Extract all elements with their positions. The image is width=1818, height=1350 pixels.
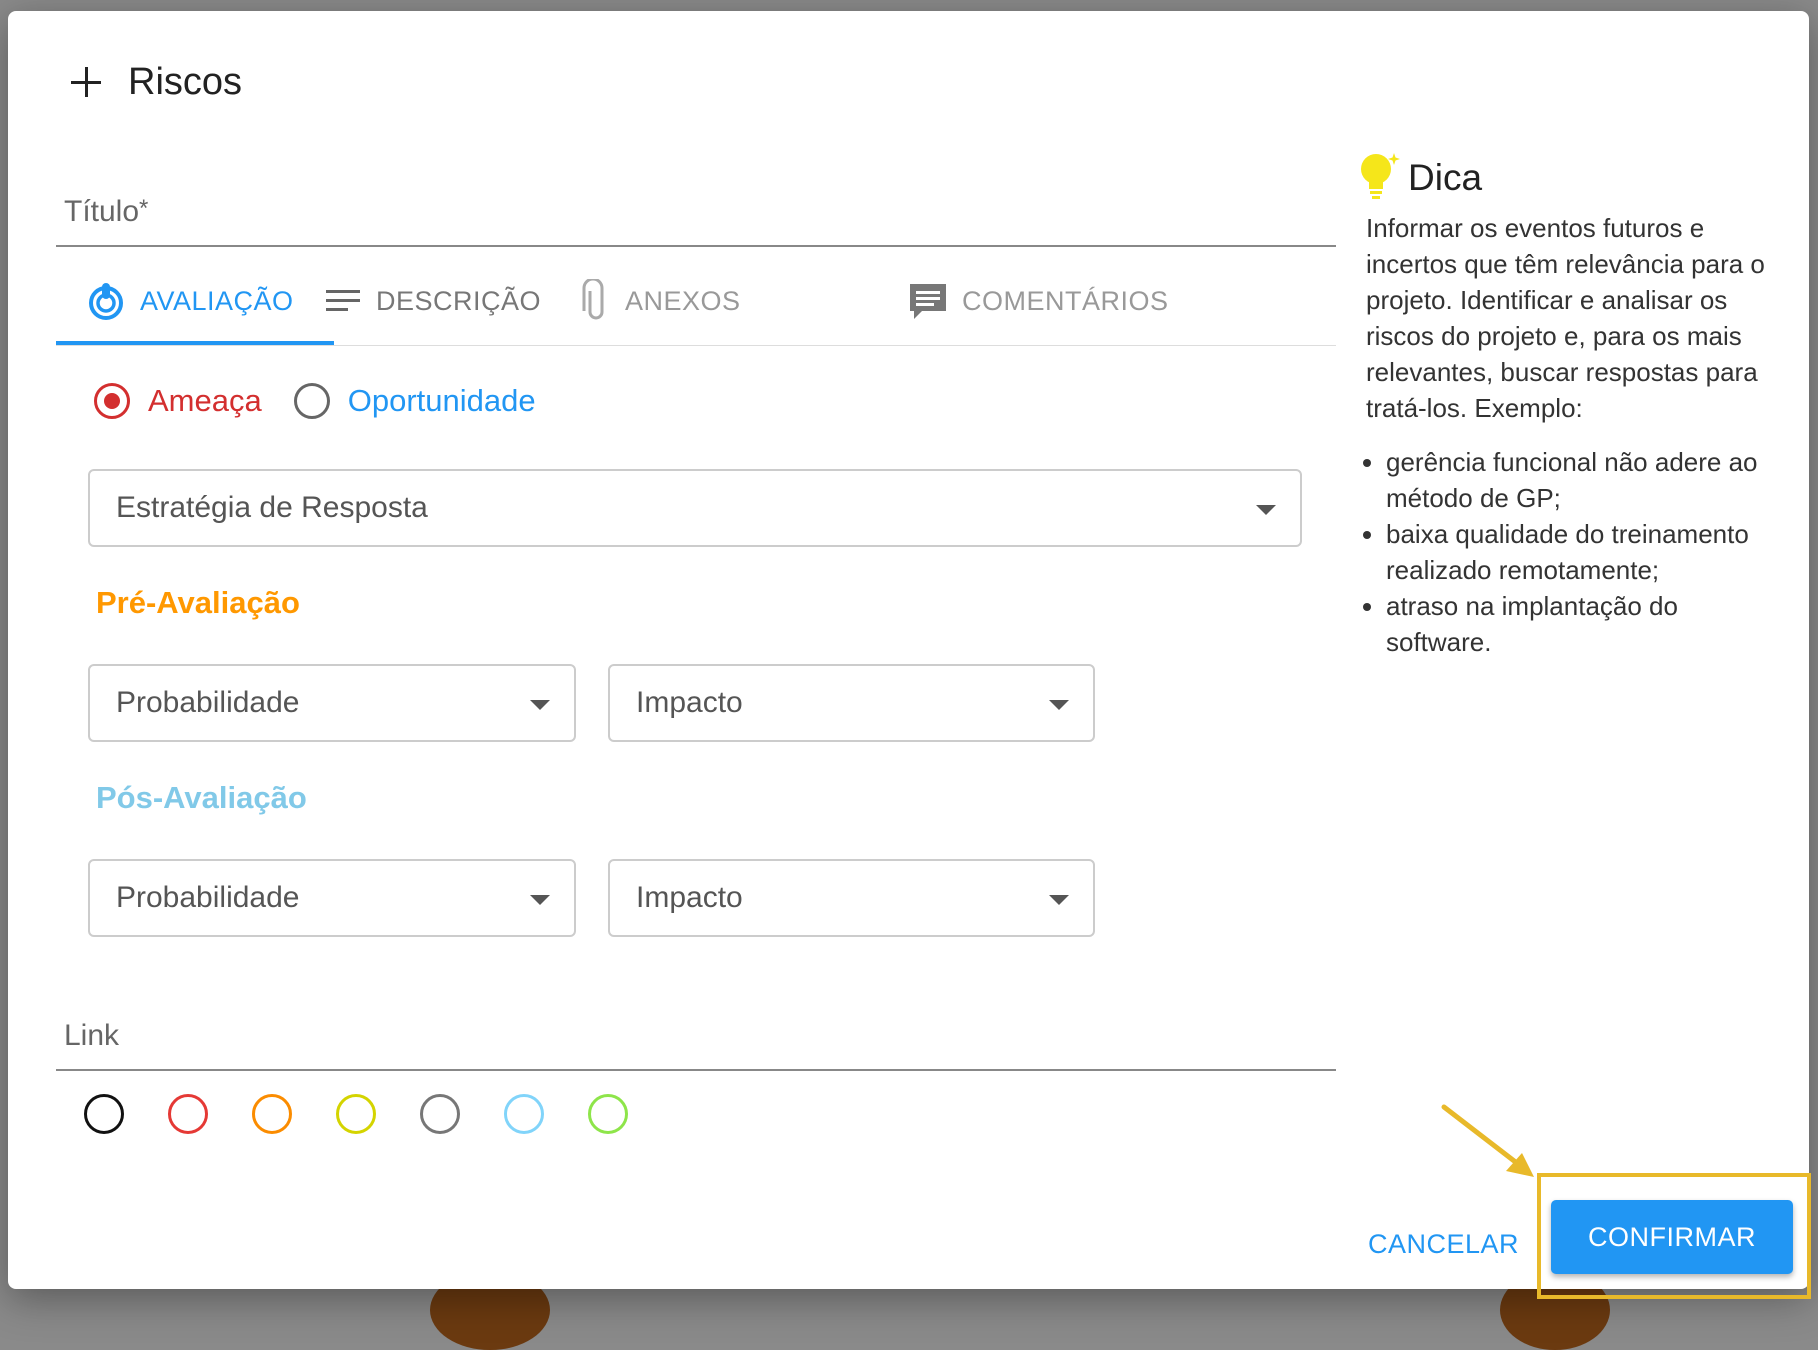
active-tab-indicator xyxy=(56,341,334,345)
color-picker xyxy=(84,1094,672,1134)
caret-down-icon xyxy=(1049,895,1069,905)
tip-panel: Dica Informar os eventos futuros e incer… xyxy=(1358,151,1788,660)
lines-icon xyxy=(326,286,362,316)
pos-impacto-select[interactable]: Impacto xyxy=(608,859,1095,937)
caret-down-icon xyxy=(1049,700,1069,710)
pos-probabilidade-select[interactable]: Probabilidade xyxy=(88,859,576,937)
risk-type-radio-group: Ameaça Oportunidade xyxy=(94,383,568,419)
link-label: Link xyxy=(64,1019,120,1052)
select-value: Impacto xyxy=(636,686,743,719)
ameaca-label[interactable]: Ameaça xyxy=(148,383,262,419)
link-field[interactable]: Link xyxy=(56,1007,1336,1071)
comment-icon xyxy=(908,281,948,321)
dialog-title: Riscos xyxy=(128,61,243,103)
risk-dialog: Riscos Título* AVALIAÇÃO DESCRIÇÃO ANEXO… xyxy=(8,11,1809,1289)
list-item: baixa qualidade do treinamento realizado… xyxy=(1386,516,1788,588)
tab-label: COMENTÁRIOS xyxy=(962,285,1169,316)
tip-header: Dica xyxy=(1358,151,1788,204)
annotation-arrow-icon xyxy=(1441,1104,1534,1177)
tab-label: DESCRIÇÃO xyxy=(376,285,542,316)
select-value: Probabilidade xyxy=(116,881,300,914)
oportunidade-label[interactable]: Oportunidade xyxy=(348,383,536,419)
cancel-button[interactable]: CANCELAR xyxy=(1368,1229,1519,1260)
tab-comentarios[interactable]: COMENTÁRIOS xyxy=(908,257,1169,345)
pre-avaliacao-label: Pré-Avaliação xyxy=(96,585,300,620)
color-swatch-5[interactable] xyxy=(504,1094,544,1134)
pos-avaliacao-label: Pós-Avaliação xyxy=(96,780,307,815)
pre-impacto-select[interactable]: Impacto xyxy=(608,664,1095,742)
tab-bar: AVALIAÇÃO DESCRIÇÃO ANEXOS COMENTÁRIOS xyxy=(56,257,1336,346)
plus-icon xyxy=(68,63,108,103)
confirm-button[interactable]: CONFIRMAR xyxy=(1551,1200,1793,1274)
color-swatch-0[interactable] xyxy=(84,1094,124,1134)
tab-anexos[interactable]: ANEXOS xyxy=(581,257,741,345)
select-value: Probabilidade xyxy=(116,686,300,719)
color-swatch-3[interactable] xyxy=(336,1094,376,1134)
lightbulb-icon xyxy=(1358,151,1402,204)
caret-down-icon xyxy=(530,895,550,905)
estrategia-placeholder: Estratégia de Resposta xyxy=(116,491,428,524)
tip-examples: gerência funcional não adere ao método d… xyxy=(1358,444,1788,660)
dialog-header: Riscos xyxy=(68,61,242,104)
color-swatch-4[interactable] xyxy=(420,1094,460,1134)
pre-probabilidade-select[interactable]: Probabilidade xyxy=(88,664,576,742)
tab-label: AVALIAÇÃO xyxy=(140,285,294,316)
color-swatch-1[interactable] xyxy=(168,1094,208,1134)
tab-descricao[interactable]: DESCRIÇÃO xyxy=(326,257,541,345)
estrategia-select[interactable]: Estratégia de Resposta xyxy=(88,469,1302,547)
caret-down-icon xyxy=(1256,505,1276,515)
list-item: gerência funcional não adere ao método d… xyxy=(1386,444,1788,516)
caret-down-icon xyxy=(530,700,550,710)
tab-avaliacao[interactable]: AVALIAÇÃO xyxy=(86,257,294,345)
select-value: Impacto xyxy=(636,881,743,914)
titulo-field[interactable]: Título* xyxy=(56,191,1336,247)
oportunidade-radio[interactable] xyxy=(293,383,330,419)
tab-label: ANEXOS xyxy=(625,285,741,316)
titulo-label: Título* xyxy=(64,195,149,228)
tip-title: Dica xyxy=(1408,156,1483,198)
color-swatch-2[interactable] xyxy=(252,1094,292,1134)
color-swatch-6[interactable] xyxy=(588,1094,628,1134)
paperclip-icon xyxy=(581,279,611,323)
target-icon xyxy=(86,281,126,321)
list-item: atraso na implantação do software. xyxy=(1386,588,1788,660)
tip-body: Informar os eventos futuros e incertos q… xyxy=(1366,213,1765,423)
ameaca-radio[interactable] xyxy=(94,383,130,419)
